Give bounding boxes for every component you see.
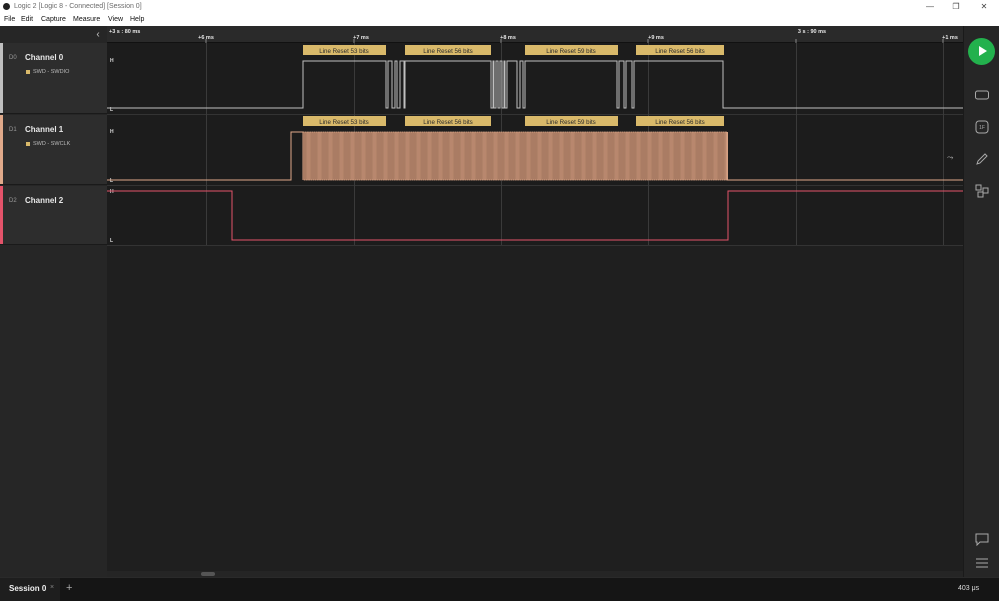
menu-view[interactable]: View xyxy=(108,14,123,26)
annotation-label: Line Reset 59 bits xyxy=(546,119,596,126)
session-tab-label: Session 0 xyxy=(9,584,47,593)
ruler-tick-label: +7 ms xyxy=(353,35,369,41)
close-window-button[interactable]: ✕ xyxy=(974,0,994,14)
channel-id: D0 xyxy=(9,55,17,61)
channel0-high-label: H xyxy=(110,58,114,64)
ruler-tick-label: +9 ms xyxy=(648,35,664,41)
channel-color-bar xyxy=(0,43,3,113)
waveform-canvas[interactable]: H L H L H L Line Reset 53 bits Line Rese… xyxy=(107,43,963,571)
annotation-label: Line Reset 56 bits xyxy=(423,119,473,126)
channel-list-panel: ‹ D0 Channel 0 SWD - SWDIO D1 Channel 1 … xyxy=(0,26,107,577)
ruler-tick-label: 3 s : 90 ms xyxy=(798,29,826,35)
channel2-low-label: L xyxy=(110,238,113,244)
annotation-label: Line Reset 56 bits xyxy=(423,48,473,55)
channel-name[interactable]: Channel 2 xyxy=(25,196,63,205)
maximize-button[interactable]: ❐ xyxy=(946,0,966,14)
annotation-label: Line Reset 56 bits xyxy=(655,119,705,126)
session-tab[interactable]: Session 0 × xyxy=(0,578,60,601)
analyzers-icon[interactable] xyxy=(975,88,989,102)
channel-color-bar xyxy=(0,115,3,184)
ruler-tick-label: +8 ms xyxy=(500,35,516,41)
channel-analyzer-tag: SWD - SWCLK xyxy=(26,141,70,147)
ruler-start-label: +3 s : 80 ms xyxy=(109,29,140,35)
annotation-label: Line Reset 56 bits xyxy=(655,48,705,55)
annotations-icon[interactable] xyxy=(975,152,989,166)
menu-measure[interactable]: Measure xyxy=(73,14,100,26)
scrollbar-thumb[interactable] xyxy=(201,572,215,576)
menu-file[interactable]: File xyxy=(4,14,15,26)
menu-edit[interactable]: Edit xyxy=(21,14,33,26)
analyzer-dot-icon xyxy=(26,69,30,74)
add-session-button[interactable]: + xyxy=(66,582,72,594)
svg-text:1F: 1F xyxy=(979,125,985,131)
minimize-button[interactable]: — xyxy=(920,0,940,14)
channel1-high-label: H xyxy=(110,129,114,135)
right-toolbar: 1F xyxy=(963,26,999,577)
annotation-label: Line Reset 53 bits xyxy=(319,48,369,55)
menu-icon[interactable] xyxy=(975,556,989,570)
analyzer-label: SWD - SWDIO xyxy=(33,69,70,75)
annotation-label: Line Reset 59 bits xyxy=(546,48,596,55)
menu-capture[interactable]: Capture xyxy=(41,14,66,26)
channel-analyzer-tag: SWD - SWDIO xyxy=(26,69,69,75)
analyzer-dot-icon xyxy=(26,141,30,146)
channel-row-1[interactable]: D1 Channel 1 SWD - SWCLK xyxy=(0,115,107,185)
time-ruler[interactable]: +3 s : 80 ms +6 ms +7 ms +8 ms +9 ms 3 s… xyxy=(107,26,963,43)
window-title: Logic 2 [Logic 8 - Connected] [Session 0… xyxy=(14,3,142,10)
channel-name[interactable]: Channel 1 xyxy=(25,125,63,134)
ruler-tick-label: +6 ms xyxy=(198,35,214,41)
channel-row-2[interactable]: D2 Channel 2 xyxy=(0,186,107,245)
analyzer-label: SWD - SWCLK xyxy=(33,141,71,147)
measure-icon[interactable]: 1F xyxy=(975,120,989,134)
app-logo-icon xyxy=(3,3,10,10)
channel-row-0[interactable]: D0 Channel 0 SWD - SWDIO xyxy=(0,43,107,114)
channel-name[interactable]: Channel 0 xyxy=(25,53,63,62)
close-session-icon[interactable]: × xyxy=(50,584,54,591)
annotation-label: Line Reset 53 bits xyxy=(319,119,369,126)
session-bar: Session 0 × + 403 μs xyxy=(0,577,999,601)
title-bar: Logic 2 [Logic 8 - Connected] [Session 0… xyxy=(0,0,999,14)
notes-icon[interactable] xyxy=(975,532,989,546)
menu-bar: File Edit Capture Measure View Help xyxy=(0,14,999,26)
channel-color-bar xyxy=(0,186,3,244)
extensions-icon[interactable] xyxy=(975,184,989,198)
start-capture-button[interactable] xyxy=(968,38,995,65)
waveform-viewer[interactable]: H L H L H L Line Reset 53 bits Line Rese… xyxy=(107,43,963,571)
collapse-panel-chevron-icon[interactable]: ‹ xyxy=(92,29,104,41)
channel1-low-label: L xyxy=(110,178,113,184)
zoom-level-readout: 403 μs xyxy=(958,585,980,592)
menu-help[interactable]: Help xyxy=(130,14,144,26)
channel-id: D1 xyxy=(9,127,17,133)
channel-id: D2 xyxy=(9,198,17,204)
edge-trigger-icon[interactable]: ⤳ xyxy=(947,153,954,162)
ruler-tick-label: +1 ms xyxy=(942,35,958,41)
channel2-high-label: H xyxy=(110,189,114,195)
